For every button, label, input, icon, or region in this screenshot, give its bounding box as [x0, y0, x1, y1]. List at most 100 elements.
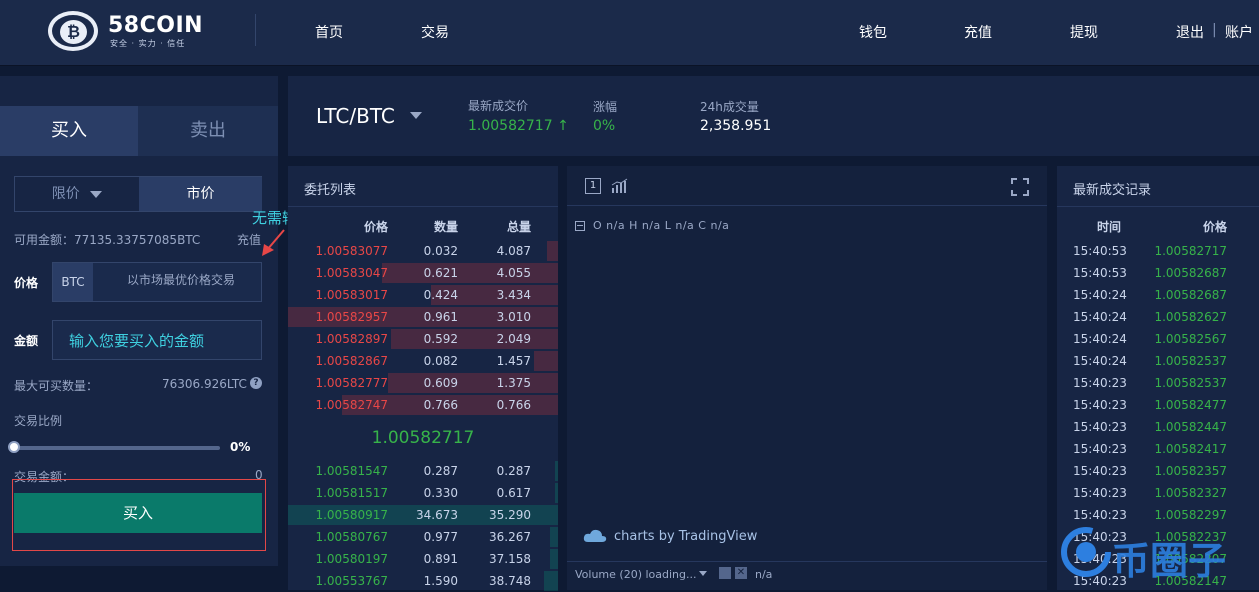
volume-value: 2,358.951 — [700, 118, 772, 134]
ask-qty: 0.621 — [423, 266, 458, 280]
bid-total: 35.290 — [489, 508, 531, 522]
trade-row: 15:40:23 1.00582477 — [1057, 394, 1259, 416]
trade-time: 15:40:24 — [1073, 288, 1127, 302]
watermark-logo-icon — [1061, 527, 1111, 577]
chevron-down-icon[interactable] — [410, 112, 422, 119]
chevron-down-icon[interactable] — [699, 571, 707, 576]
trade-time: 15:40:23 — [1073, 376, 1127, 390]
trade-time: 15:40:23 — [1073, 486, 1127, 500]
ask-total: 4.087 — [496, 244, 531, 258]
trade-price: 1.00582687 — [1154, 266, 1227, 280]
nav-home[interactable]: 首页 — [315, 22, 343, 42]
ratio-slider-track[interactable] — [14, 446, 220, 450]
ask-qty: 0.609 — [423, 376, 458, 390]
max-buy-label: 最大可买数量： — [14, 379, 99, 393]
interval-selector[interactable]: 1 — [585, 178, 601, 194]
order-type-selector: 限价 市价 — [14, 176, 262, 212]
ask-row[interactable]: 1.00582777 0.609 1.375 — [288, 372, 558, 394]
trade-time: 15:40:23 — [1073, 398, 1127, 412]
bid-qty: 1.590 — [423, 574, 458, 588]
nav-withdraw[interactable]: 提现 — [1070, 22, 1098, 42]
order-type-limit[interactable]: 限价 — [15, 177, 139, 211]
pair-selector[interactable]: LTC/BTC — [316, 104, 395, 128]
ask-row[interactable]: 1.00582867 0.082 1.457 — [288, 350, 558, 372]
ask-total: 0.766 — [496, 398, 531, 412]
trade-row: 15:40:23 1.00582357 — [1057, 460, 1259, 482]
change-label: 涨幅 — [593, 100, 618, 114]
amount-input[interactable]: 输入您要买入的金额 — [52, 320, 262, 360]
bid-row[interactable]: 1.00580767 0.977 36.267 — [288, 526, 558, 548]
order-book-panel: 委托列表 价格 数量 总量 1.00583077 0.032 4.087 1.0058… — [288, 166, 558, 592]
trade-row: 15:40:24 1.00582567 — [1057, 328, 1259, 350]
ticker-header: LTC/BTC 最新成交价 1.00582717 ↑ 涨幅 0% 24h成交量 … — [288, 76, 1259, 156]
ask-qty: 0.082 — [423, 354, 458, 368]
brand-name: 58COIN — [108, 13, 204, 38]
ask-qty: 0.424 — [423, 288, 458, 302]
nav-logout[interactable]: 退出 — [1176, 22, 1204, 42]
mid-price: 1.00582717 — [371, 428, 475, 448]
ask-row[interactable]: 1.00583047 0.621 4.055 — [288, 262, 558, 284]
tab-buy[interactable]: 买入 — [0, 106, 138, 156]
amount-label: 金额 — [14, 334, 39, 348]
ask-qty: 0.766 — [423, 398, 458, 412]
ask-row[interactable]: 1.00582957 0.961 3.010 — [288, 306, 558, 328]
ratio-slider-handle[interactable] — [8, 441, 20, 453]
last-price-label: 最新成交价 — [468, 99, 529, 113]
ask-price: 1.00582957 — [315, 310, 388, 324]
bid-depth-bar — [544, 571, 558, 591]
ask-price: 1.00582897 — [315, 332, 388, 346]
collapse-icon[interactable] — [575, 221, 585, 231]
ask-row[interactable]: 1.00582897 0.592 2.049 — [288, 328, 558, 350]
ask-qty: 0.961 — [423, 310, 458, 324]
ohlc-legend: O n/a H n/a L n/a C n/a — [593, 219, 730, 232]
fullscreen-icon[interactable] — [1011, 178, 1029, 196]
buy-button[interactable]: 买入 — [14, 493, 262, 533]
ask-row[interactable]: 1.00582747 0.766 0.766 — [288, 394, 558, 416]
order-type-market[interactable]: 市价 — [139, 177, 262, 211]
nav-trade[interactable]: 交易 — [421, 22, 449, 42]
trade-price: 1.00582447 — [1154, 420, 1227, 434]
settings-icon[interactable] — [719, 567, 731, 579]
brand-logo[interactable]: ₿ 58COIN 安全 · 实力 · 信任 — [48, 11, 208, 53]
ask-row[interactable]: 1.00583077 0.032 4.087 — [288, 240, 558, 262]
chevron-down-icon — [90, 190, 103, 198]
order-book-title: 委托列表 — [304, 183, 357, 198]
trade-row: 15:40:53 1.00582687 — [1057, 262, 1259, 284]
nav-wallet[interactable]: 钱包 — [859, 22, 887, 42]
nav-deposit[interactable]: 充值 — [964, 22, 992, 42]
max-buy-value: 76306.926LTC — [162, 377, 247, 391]
close-icon[interactable]: ✕ — [735, 567, 747, 579]
bid-depth-bar — [555, 483, 558, 503]
tab-sell[interactable]: 卖出 — [138, 106, 278, 156]
indicators-icon[interactable] — [611, 178, 629, 194]
price-label: 价格 — [14, 276, 39, 290]
nav-account[interactable]: 账户 — [1225, 22, 1253, 42]
bid-price: 1.00581517 — [315, 486, 388, 500]
trade-row: 15:40:23 1.00582327 — [1057, 482, 1259, 504]
top-navigation-bar: ₿ 58COIN 安全 · 实力 · 信任 首页 交易 钱包 充值 提现 退出 … — [0, 0, 1259, 66]
bid-row[interactable]: 1.00580917 34.673 35.290 — [288, 504, 558, 526]
trade-price: 1.00582627 — [1154, 310, 1227, 324]
tradingview-branding[interactable]: charts by TradingView — [614, 529, 757, 544]
amount-placeholder: 输入您要买入的金额 — [69, 332, 205, 350]
bid-row[interactable]: 1.00581547 0.287 0.287 — [288, 460, 558, 482]
bid-row[interactable]: 1.00553767 1.590 38.748 — [288, 570, 558, 592]
ask-price: 1.00582867 — [315, 354, 388, 368]
bid-row[interactable]: 1.00580197 0.891 37.158 — [288, 548, 558, 570]
bid-qty: 34.673 — [416, 508, 458, 522]
bid-depth-bar — [555, 461, 558, 481]
trade-row: 15:40:24 1.00582687 — [1057, 284, 1259, 306]
ask-row[interactable]: 1.00583017 0.424 3.434 — [288, 284, 558, 306]
ask-price: 1.00583047 — [315, 266, 388, 280]
bid-row[interactable]: 1.00581517 0.330 0.617 — [288, 482, 558, 504]
trade-price: 1.00582537 — [1154, 354, 1227, 368]
help-icon[interactable]: ? — [250, 377, 262, 389]
available-balance: 可用金额：77135.33757085BTC — [14, 233, 201, 247]
price-input[interactable]: BTC 以市场最优价格交易 — [52, 262, 262, 302]
bid-depth-bar — [550, 549, 558, 569]
ratio-value: 0% — [230, 440, 251, 454]
col-price: 价格 — [1203, 220, 1228, 234]
trade-price: 1.00582717 — [1154, 244, 1227, 258]
bid-price: 1.00580767 — [315, 530, 388, 544]
trade-price: 1.00582567 — [1154, 332, 1227, 346]
